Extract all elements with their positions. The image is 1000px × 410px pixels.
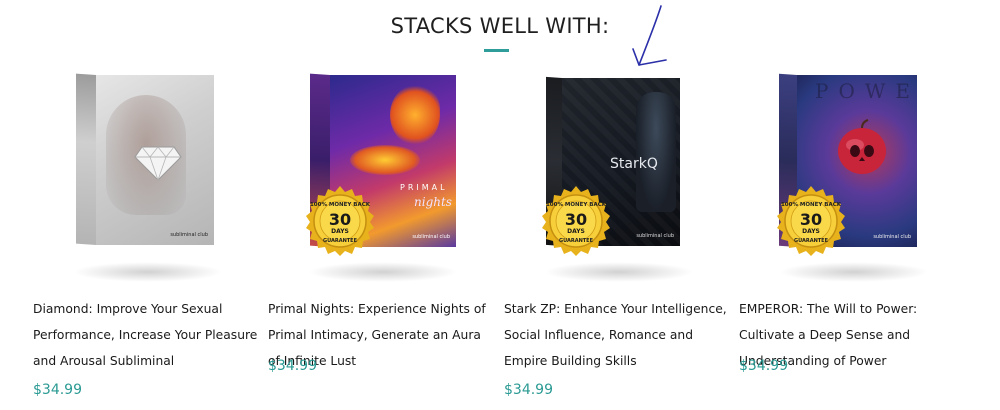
box-label: POWER [815, 79, 917, 103]
product-box-diamond: subliminal club [76, 73, 216, 245]
badge-top-text: 100% MONEY BACK [781, 202, 842, 208]
badge-unit: DAYS [567, 228, 585, 235]
box-label: PRIMAL [400, 183, 448, 192]
product-image-link-stark-zp[interactable]: StarkQ subliminal club 100% MONEY BACK 3… [504, 70, 732, 288]
badge-top-text: 100% MONEY BACK [310, 202, 371, 208]
money-back-guarantee-badge-icon: 100% MONEY BACK 30 DAYS GUARANTEE [777, 186, 845, 256]
badge-bottom-text: GUARANTEE [559, 238, 594, 244]
product-image-link-primal-nights[interactable]: PRIMAL nights subliminal club 100% MONEY… [268, 70, 496, 288]
box-shadow [308, 262, 458, 282]
product-title-diamond[interactable]: Diamond: Improve Your Sexual Performance… [33, 296, 261, 374]
money-back-guarantee-badge-icon: 100% MONEY BACK 30 DAYS GUARANTEE [306, 186, 374, 256]
badge-number: 30 [565, 210, 587, 229]
badge-unit: DAYS [331, 228, 349, 235]
box-side-panel [76, 73, 96, 245]
box-shadow [544, 262, 694, 282]
product-price-primal-nights: $34.99 [268, 358, 317, 374]
box-shadow [779, 262, 929, 282]
badge-unit: DAYS [802, 228, 820, 235]
brand-tag: subliminal club [873, 234, 911, 240]
pen-annotation-arrow-icon [632, 5, 667, 66]
product-title-stark-zp[interactable]: Stark ZP: Enhance Your Intelligence, Soc… [504, 296, 732, 374]
box-script-label: nights [414, 195, 452, 209]
product-price-stark-zp: $34.99 [504, 382, 553, 398]
badge-bottom-text: GUARANTEE [794, 238, 829, 244]
brand-tag: subliminal club [636, 233, 674, 239]
diamond-icon [134, 146, 182, 181]
skull-apple-icon [838, 119, 886, 174]
badge-top-text: 100% MONEY BACK [546, 202, 607, 208]
product-image-link-diamond[interactable]: subliminal club [33, 70, 261, 288]
money-back-guarantee-badge-icon: 100% MONEY BACK 30 DAYS GUARANTEE [542, 186, 610, 256]
badge-number: 30 [800, 210, 822, 229]
box-shadow [73, 262, 223, 282]
brand-tag: subliminal club [412, 234, 450, 240]
product-price-emperor: $34.99 [739, 358, 788, 374]
product-image-link-emperor[interactable]: POWER subliminal club 100% MONEY BACK 30… [739, 70, 967, 288]
product-price-diamond: $34.99 [33, 382, 82, 398]
brand-tag: subliminal club [170, 232, 208, 238]
heading-divider [484, 49, 509, 52]
badge-number: 30 [329, 210, 351, 229]
badge-bottom-text: GUARANTEE [323, 238, 358, 244]
box-label: StarkQ [610, 156, 658, 172]
box-front-panel: subliminal club [96, 75, 214, 245]
section-heading: STACKS WELL WITH: [390, 14, 610, 38]
